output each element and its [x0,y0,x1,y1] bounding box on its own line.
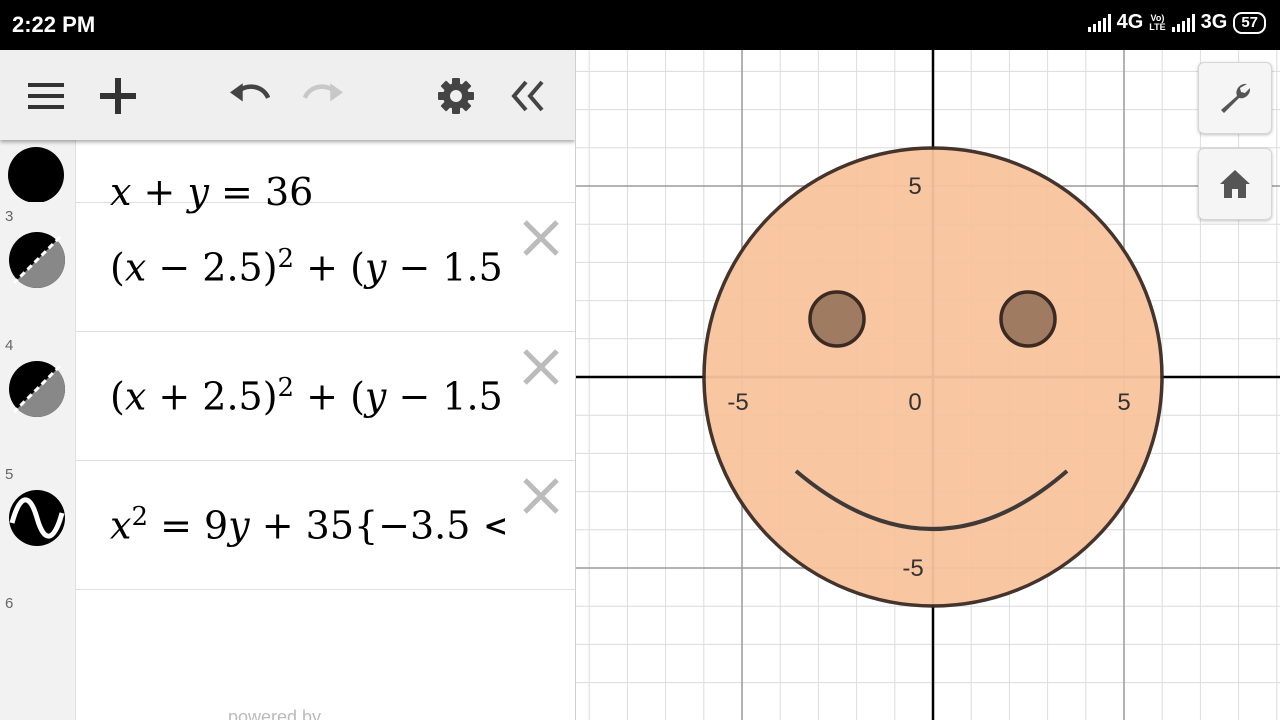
var-x: x [124,245,147,290]
x-tick-neg5: -5 [727,389,748,416]
shaded-circle-icon[interactable] [8,231,66,289]
var-x: x [110,503,132,548]
graph-svg[interactable]: -5 0 5 5 -5 [576,50,1280,720]
x-tick-5: 5 [1117,389,1130,416]
status-bar: 2:22 PM 4G Vo) LTE 3G 57 [0,0,1280,50]
row-number: 5 [5,466,14,483]
expression-row-5[interactable]: 5 x2 = 9y + 35{−3.5 < x [0,460,575,590]
undo-icon[interactable] [230,76,270,116]
paren: ( [110,245,125,290]
right-eye[interactable] [999,290,1057,348]
expression-panel: x + y = 36 3 (x − 2.5)2 + (y − 1.5) 4 (x… [0,50,576,720]
delete-icon[interactable] [521,476,561,516]
y-tick-5: 5 [908,173,921,200]
expression-text[interactable]: (x + 2.5)2 + (y − 1.5) [110,373,505,419]
row-gutter: 4 [0,331,76,460]
add-expression-icon[interactable] [98,76,138,116]
var-y: y [364,245,387,290]
menu-icon[interactable] [26,76,66,116]
var-y: y [228,503,250,548]
gear-icon[interactable] [436,76,476,116]
wave-icon[interactable] [8,489,66,547]
battery-level: 57 [1241,13,1258,31]
y-tick-neg5: -5 [902,555,923,582]
expr-part: − 1.5) [386,245,505,290]
expr-part: − 2.5) [146,245,278,290]
shaded-circle-icon[interactable] [8,360,66,418]
expression-toolbar [0,50,575,140]
x-tick-0: 0 [908,389,921,416]
network-type-2: 3G [1200,11,1228,33]
expression-row-6[interactable]: 6 powered by [0,589,575,720]
expr-part: + ( [294,374,365,419]
exponent: 2 [277,373,295,403]
expression-row-4[interactable]: 4 (x + 2.5)2 + (y − 1.5) [0,331,575,461]
var-y: y [364,374,387,419]
row-gutter: 5 [0,460,76,589]
collapse-panel-icon[interactable] [508,76,548,116]
face-circle[interactable] [702,146,1164,608]
graph-canvas[interactable]: -5 0 5 5 -5 [576,50,1280,720]
expression-row-3[interactable]: 3 (x − 2.5)2 + (y − 1.5) [0,202,575,332]
home-button[interactable] [1198,148,1272,220]
row-number: 3 [5,208,14,225]
volte-indicator: Vo) LTE [1149,13,1166,32]
redo-icon[interactable] [303,76,343,116]
row-number: 6 [5,595,14,612]
exponent: 2 [277,244,295,274]
battery-icon: 57 [1233,11,1266,34]
status-time: 2:22 PM [12,12,96,37]
status-icons: 4G Vo) LTE 3G 57 [1087,11,1266,34]
powered-by-text: powered by [228,707,322,720]
signal-icon [1171,13,1195,32]
paren: ( [110,374,125,419]
signal-icon [1087,13,1111,32]
row-gutter: 6 [0,589,76,720]
row-number: 4 [5,337,14,354]
var-x: x [124,374,147,419]
expr-part: = 9 [147,503,229,548]
wrench-icon [1221,83,1251,113]
network-type-1: 4G [1116,11,1144,33]
expr-part: + ( [294,245,365,290]
lte-label: LTE [1149,21,1166,32]
expr-part: − 1.5) [386,374,505,419]
left-eye[interactable] [808,290,866,348]
home-icon [1220,170,1250,198]
exponent: 2 [131,502,148,532]
graph-settings-button[interactable] [1198,62,1272,134]
delete-icon[interactable] [521,218,561,258]
expression-text[interactable]: (x − 2.5)2 + (y − 1.5) [110,244,505,290]
row-gutter: 3 [0,202,76,331]
expression-text[interactable]: x2 = 9y + 35{−3.5 < x [110,502,505,548]
delete-icon[interactable] [521,347,561,387]
expr-part: + 2.5) [146,374,278,419]
expr-part: + 35{−3.5 < [249,503,505,548]
circle-icon[interactable] [8,147,64,203]
